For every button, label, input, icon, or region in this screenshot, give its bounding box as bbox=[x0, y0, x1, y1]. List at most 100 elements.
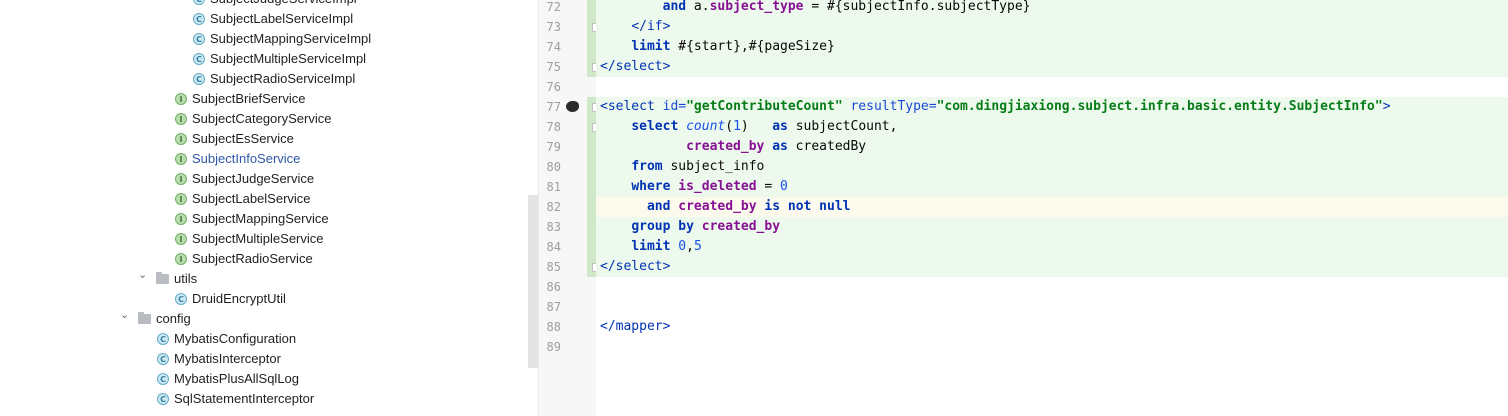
code-token: #{start},#{pageSize} bbox=[670, 39, 835, 54]
interface-icon: I bbox=[175, 173, 187, 185]
tree-item[interactable]: I SubjectMultipleService bbox=[0, 229, 528, 249]
interface-icon: I bbox=[175, 113, 187, 125]
interface-icon: I bbox=[175, 233, 187, 245]
tree-item[interactable]: I SubjectInfoService bbox=[0, 149, 528, 169]
tree-item[interactable]: C MybatisPlusAllSqlLog bbox=[0, 369, 528, 389]
tree-item-label: SubjectMappingService bbox=[192, 211, 329, 226]
code-token: is not null bbox=[764, 199, 851, 214]
tree-item[interactable]: I SubjectBriefService bbox=[0, 89, 528, 109]
line-number: 72 bbox=[546, 0, 561, 14]
code-line: limit #{start},#{pageSize} bbox=[600, 37, 835, 57]
code-token: 0 bbox=[780, 179, 788, 194]
class-icon: C bbox=[157, 333, 169, 345]
tree-item-label: config bbox=[156, 311, 191, 326]
chevron-down-icon[interactable]: ⌄ bbox=[120, 305, 130, 325]
tree-item[interactable]: I SubjectMappingService bbox=[0, 209, 528, 229]
tree-item[interactable]: C DruidEncryptUtil bbox=[0, 289, 528, 309]
tree-item[interactable]: C SubjectMultipleServiceImpl bbox=[0, 49, 528, 69]
code-line: select count(1) as subjectCount, bbox=[600, 117, 897, 137]
line-number: 74 bbox=[546, 40, 561, 54]
code-token: ) bbox=[740, 119, 773, 134]
tree-item[interactable]: C MybatisConfiguration bbox=[0, 329, 528, 349]
code-token: = bbox=[756, 179, 781, 194]
code-token: <select bbox=[600, 99, 663, 114]
tree-item[interactable]: C SubjectMappingServiceImpl bbox=[0, 29, 528, 49]
interface-icon: I bbox=[175, 253, 187, 265]
project-tree-scrollbar[interactable] bbox=[528, 195, 538, 368]
code-token: "com.dingjiaxiong.subject.infra.basic.en… bbox=[936, 99, 1383, 114]
code-token: as bbox=[772, 119, 788, 134]
tree-folder[interactable]: ⌄ utils bbox=[0, 268, 528, 289]
code-token: limit bbox=[631, 239, 671, 254]
class-icon: C bbox=[175, 293, 187, 305]
folder-icon bbox=[138, 312, 151, 324]
line-number: 81 bbox=[546, 180, 561, 194]
tree-item[interactable]: C SubjectJudgeServiceImpl bbox=[0, 0, 528, 9]
tree-item[interactable]: C SubjectLabelServiceImpl bbox=[0, 9, 528, 29]
tree-item-label: SubjectCategoryService bbox=[192, 111, 332, 126]
code-token: from bbox=[631, 159, 663, 174]
chevron-down-icon[interactable]: ⌄ bbox=[138, 265, 148, 285]
tree-item-label: SubjectInfoService bbox=[192, 151, 301, 166]
tree-item[interactable]: I SubjectJudgeService bbox=[0, 169, 528, 189]
tree-item-label: SubjectEsService bbox=[192, 131, 294, 146]
line-number: 79 bbox=[546, 140, 561, 154]
code-line: where is_deleted = 0 bbox=[600, 177, 788, 197]
code-token: </mapper> bbox=[600, 319, 671, 334]
code-token: = #{subjectInfo.subjectType} bbox=[803, 0, 1031, 14]
class-icon: C bbox=[193, 73, 205, 85]
code-token: 5 bbox=[693, 239, 702, 254]
line-number: 73 bbox=[546, 20, 561, 34]
class-icon: C bbox=[193, 0, 205, 5]
line-number: 89 bbox=[546, 340, 561, 354]
code-editor[interactable]: and a.subject_type = #{subjectInfo.subje… bbox=[596, 0, 1508, 416]
class-icon: C bbox=[157, 393, 169, 405]
tree-item-label: SubjectJudgeService bbox=[192, 171, 315, 186]
line-number: 76 bbox=[546, 80, 561, 94]
code-token: resultType= bbox=[842, 99, 937, 114]
editor-gutter: 72 73 74 75 76 77 78 79 80 81 82 83 84 85 86 87 88 89 bbox=[538, 0, 621, 416]
code-token: created_by bbox=[701, 219, 781, 234]
tree-item[interactable]: I SubjectEsService bbox=[0, 129, 528, 149]
code-token: id= bbox=[662, 99, 687, 114]
code-token: is_deleted bbox=[678, 179, 757, 194]
code-token: 0 bbox=[678, 239, 687, 254]
project-tree[interactable]: C SubjectJudgeServiceImpl C SubjectLabelSer… bbox=[0, 0, 528, 416]
tree-item[interactable]: C SubjectRadioServiceImpl bbox=[0, 69, 528, 89]
tree-item-label: SubjectLabelServiceImpl bbox=[210, 11, 354, 26]
interface-icon: I bbox=[175, 193, 187, 205]
code-line: from subject_info bbox=[600, 157, 764, 177]
line-number: 75 bbox=[546, 60, 561, 74]
code-token: a. bbox=[686, 0, 710, 14]
code-line: and created_by is not null bbox=[600, 197, 851, 217]
tree-item[interactable]: C MybatisInterceptor bbox=[0, 349, 528, 369]
tree-item[interactable]: I SubjectRadioService bbox=[0, 249, 528, 269]
mybatis-bird-icon[interactable] bbox=[566, 101, 579, 112]
line-number: 78 bbox=[546, 120, 561, 134]
code-line: and a.subject_type = #{subjectInfo.subje… bbox=[600, 0, 1031, 17]
line-number: 77 bbox=[546, 100, 561, 114]
code-token: 1 bbox=[733, 119, 741, 134]
tree-item-label: MybatisConfiguration bbox=[174, 331, 297, 346]
tree-item[interactable]: C SqlStatementInterceptor bbox=[0, 389, 528, 409]
tree-folder[interactable]: ⌄ config bbox=[0, 308, 528, 329]
code-token: </select> bbox=[600, 259, 671, 274]
code-line: created_by as createdBy bbox=[600, 137, 866, 157]
code-line: </select> bbox=[600, 257, 670, 277]
tree-item-label: DruidEncryptUtil bbox=[192, 291, 286, 306]
tree-item-label: SubjectLabelService bbox=[192, 191, 311, 206]
code-token: as bbox=[772, 139, 788, 154]
code-token: createdBy bbox=[787, 139, 867, 154]
code-token: ( bbox=[725, 119, 734, 134]
folder-icon bbox=[156, 272, 169, 284]
tree-item-label: MybatisInterceptor bbox=[174, 351, 281, 366]
tree-item[interactable]: I SubjectCategoryService bbox=[0, 109, 528, 129]
line-number: 85 bbox=[546, 260, 561, 274]
tree-item[interactable]: I SubjectLabelService bbox=[0, 189, 528, 209]
code-token: group by bbox=[631, 219, 694, 234]
